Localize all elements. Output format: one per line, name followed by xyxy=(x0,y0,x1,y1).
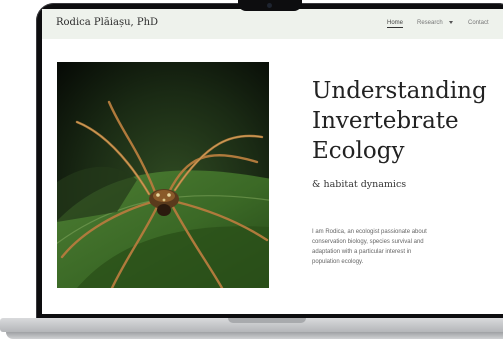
intro-line: conservation biology, species survival a… xyxy=(312,239,424,245)
hero-title-line: Invertebrate xyxy=(312,108,459,134)
camera-notch xyxy=(238,0,302,11)
spider-photo xyxy=(57,62,269,288)
nav-item-home[interactable]: Home xyxy=(387,20,404,28)
hero-subtitle: & habitat dynamics xyxy=(312,179,407,190)
chevron-down-icon xyxy=(448,20,453,24)
intro-line: population ecology. xyxy=(312,259,364,265)
hero-title: Understanding Invertebrate Ecology xyxy=(312,76,503,166)
laptop-mockup: Rodica Plăiașu, PhD Home Research Contac… xyxy=(0,0,503,344)
laptop-screen: Rodica Plăiașu, PhD Home Research Contac… xyxy=(42,9,503,314)
site-brand[interactable]: Rodica Plăiașu, PhD xyxy=(56,17,158,28)
hero-image xyxy=(57,62,269,288)
nav-item-contact[interactable]: Contact xyxy=(468,20,489,26)
site-navbar: Rodica Plăiașu, PhD Home Research Contac… xyxy=(42,9,503,39)
hero-title-line: Understanding xyxy=(312,78,487,104)
nav-item-research-label: Research xyxy=(417,20,443,26)
laptop-thumb-notch xyxy=(228,318,306,323)
nav-item-research[interactable]: Research xyxy=(417,20,453,26)
camera-icon xyxy=(267,3,272,8)
intro-line: I am Rodica, an ecologist passionate abo… xyxy=(312,229,427,235)
hero-intro-text: I am Rodica, an ecologist passionate abo… xyxy=(312,227,452,267)
laptop-base xyxy=(0,318,503,344)
intro-line: adaptation with a particular interest in xyxy=(312,249,412,255)
hero-title-line: Ecology xyxy=(312,138,405,164)
laptop-base-bottom xyxy=(6,332,503,339)
